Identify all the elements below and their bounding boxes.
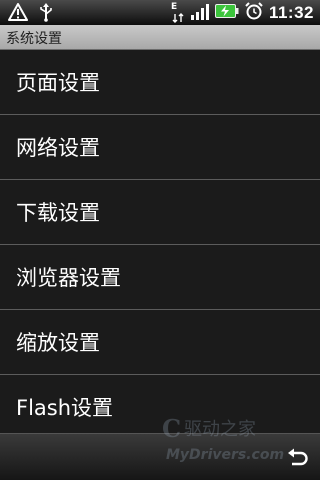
battery-charging-icon — [214, 3, 239, 22]
status-right: E 11:32 — [171, 2, 314, 23]
warning-icon — [8, 2, 28, 26]
settings-list: 页面设置 网络设置 下载设置 浏览器设置 缩放设置 Flash设置 — [0, 50, 320, 440]
alarm-icon — [245, 1, 263, 24]
list-item-flash-settings[interactable]: Flash设置 — [0, 375, 320, 440]
edge-network-icon: E — [171, 2, 185, 23]
list-item-label: 浏览器设置 — [16, 266, 121, 290]
status-left — [8, 2, 54, 26]
list-item-network-settings[interactable]: 网络设置 — [0, 115, 320, 180]
list-item-zoom-settings[interactable]: 缩放设置 — [0, 310, 320, 375]
list-item-label: 缩放设置 — [16, 331, 100, 355]
signal-icon — [190, 2, 209, 24]
list-item-label: 网络设置 — [16, 136, 100, 160]
status-time: 11:32 — [268, 2, 314, 22]
list-item-label: Flash设置 — [16, 396, 114, 420]
page-title: 系统设置 — [6, 31, 62, 47]
list-item-label: 页面设置 — [16, 71, 100, 95]
settings-screen: E 11:32 系统设置 页面设置 网络设置 下载设置 浏览器设置 缩放设置 F… — [0, 0, 320, 480]
status-bar: E 11:32 — [0, 0, 320, 25]
list-item-label: 下载设置 — [16, 201, 100, 225]
list-item-page-settings[interactable]: 页面设置 — [0, 50, 320, 115]
usb-icon — [38, 2, 54, 26]
list-item-download-settings[interactable]: 下载设置 — [0, 180, 320, 245]
list-item-browser-settings[interactable]: 浏览器设置 — [0, 245, 320, 310]
title-bar: 系统设置 — [0, 25, 320, 50]
back-arrow-icon[interactable] — [286, 446, 310, 470]
bottom-bar — [0, 433, 320, 480]
